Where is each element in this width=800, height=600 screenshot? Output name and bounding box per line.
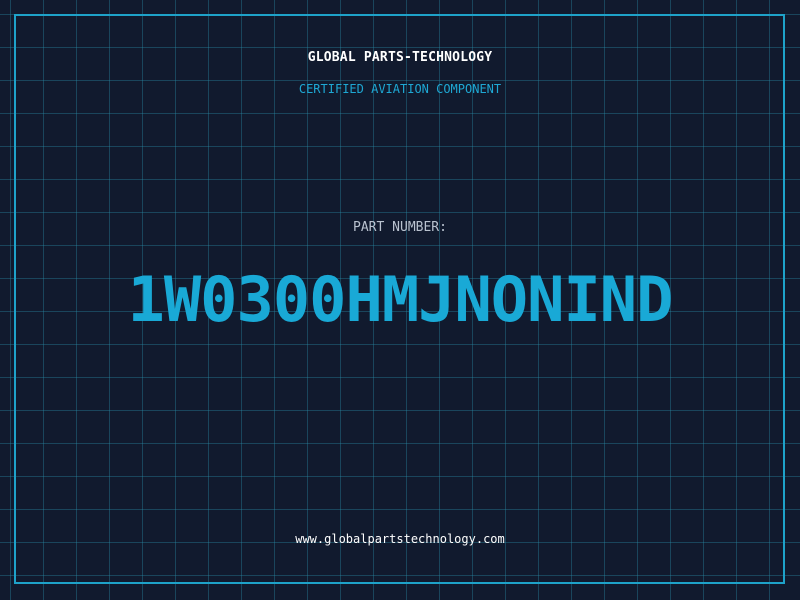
part-number-value: 1W0300HMJNONIND: [127, 263, 674, 336]
company-name: GLOBAL PARTS-TECHNOLOGY: [307, 50, 493, 65]
certification-tagline: CERTIFIED AVIATION COMPONENT: [298, 82, 502, 96]
part-number-label: PART NUMBER:: [353, 220, 447, 235]
website-url: www.globalpartstechnology.com: [295, 532, 505, 546]
part-label-card: GLOBAL PARTS-TECHNOLOGY CERTIFIED AVIATI…: [0, 0, 800, 600]
